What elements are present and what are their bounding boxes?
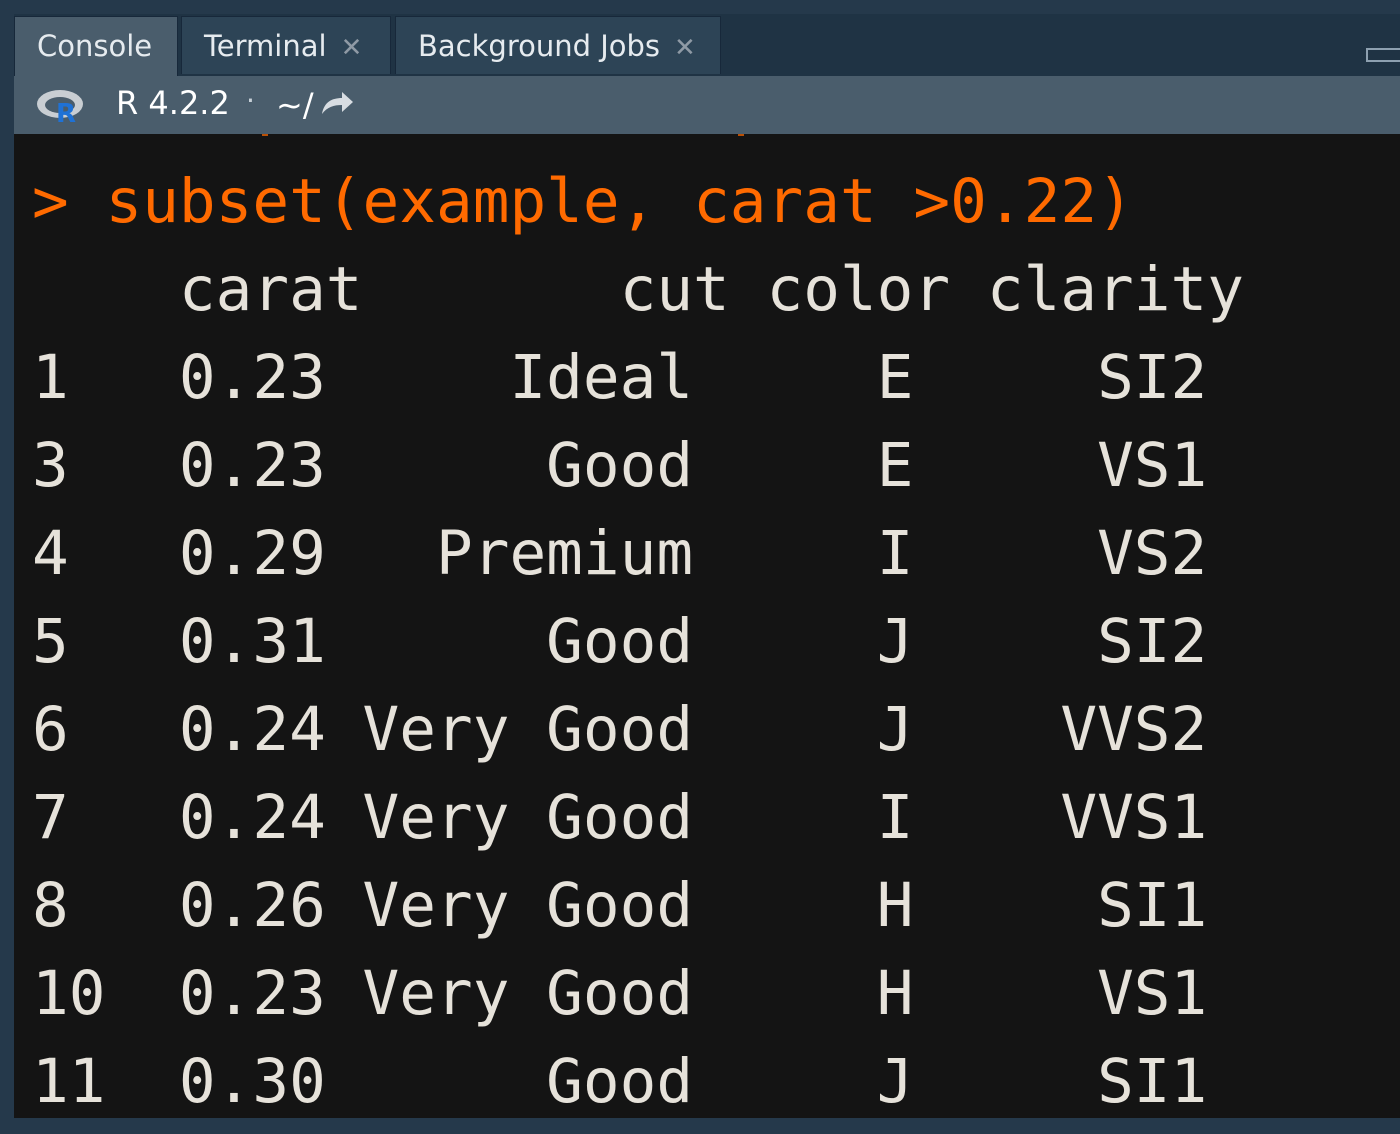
table-cell-clarity: VS2 bbox=[913, 518, 1208, 589]
close-icon[interactable]: ✕ bbox=[674, 19, 696, 77]
table-cell-color: E bbox=[693, 342, 914, 413]
tab-console-label: Console bbox=[37, 29, 153, 63]
rstudio-console-pane: Console Terminal ✕ Background Jobs ✕ R R 4… bbox=[0, 0, 1400, 1134]
table-row: 10 0.23 Very Good H VS1 bbox=[32, 950, 1207, 1038]
table-cell-color: H bbox=[693, 958, 914, 1029]
table-cell-carat: 0.24 bbox=[142, 782, 326, 853]
table-cell-cut: Very Good bbox=[325, 870, 694, 941]
scrolled-text-fragment bbox=[262, 134, 268, 136]
table-row: 1 0.23 Ideal E SI2 bbox=[32, 334, 1207, 422]
table-cell-clarity: VS1 bbox=[913, 430, 1208, 501]
table-row: 5 0.31 Good J SI2 bbox=[32, 598, 1207, 686]
r-version-label: R 4.2.2 bbox=[116, 84, 230, 122]
command-line: > subset(example, carat >0.22) bbox=[32, 158, 1134, 246]
table-cell-carat: 0.24 bbox=[142, 694, 326, 765]
table-cell-clarity: SI2 bbox=[913, 342, 1208, 413]
row-name: 4 bbox=[32, 518, 143, 589]
go-to-directory-icon[interactable] bbox=[320, 90, 354, 116]
table-cell-clarity: VVS2 bbox=[913, 694, 1208, 765]
table-cell-carat: 0.26 bbox=[142, 870, 326, 941]
tab-terminal-label: Terminal bbox=[204, 29, 327, 63]
table-cell-color: E bbox=[693, 430, 914, 501]
row-name: 11 bbox=[32, 1046, 143, 1117]
table-cell-clarity: SI2 bbox=[913, 606, 1208, 677]
table-row: 7 0.24 Very Good I VVS1 bbox=[32, 774, 1207, 862]
tab-background-jobs-label: Background Jobs bbox=[418, 29, 661, 63]
tab-terminal[interactable]: Terminal ✕ bbox=[181, 16, 391, 74]
table-cell-color: I bbox=[693, 782, 914, 853]
console-output[interactable]: > subset(example, carat >0.22) carat cut… bbox=[14, 134, 1400, 1118]
table-cell-cut: Good bbox=[325, 1046, 694, 1117]
table-cell-cut: Very Good bbox=[325, 782, 694, 853]
command-text: subset(example, carat >0.22) bbox=[105, 166, 1134, 237]
table-cell-carat: 0.23 bbox=[142, 342, 326, 413]
row-name: 3 bbox=[32, 430, 143, 501]
tab-console[interactable]: Console bbox=[14, 16, 178, 78]
table-cell-carat: 0.23 bbox=[142, 430, 326, 501]
table-row: 4 0.29 Premium I VS2 bbox=[32, 510, 1207, 598]
table-cell-cut: Ideal bbox=[325, 342, 694, 413]
table-row: 8 0.26 Very Good H SI1 bbox=[32, 862, 1207, 950]
table-cell-clarity: VS1 bbox=[913, 958, 1208, 1029]
table-header: carat cut color clarity bbox=[32, 254, 1244, 325]
tab-background-jobs[interactable]: Background Jobs ✕ bbox=[395, 16, 721, 74]
table-cell-cut: Very Good bbox=[325, 958, 694, 1029]
table-cell-clarity: SI1 bbox=[913, 1046, 1208, 1117]
row-name: 1 bbox=[32, 342, 143, 413]
console-prompt: > bbox=[32, 166, 69, 237]
table-cell-carat: 0.29 bbox=[142, 518, 326, 589]
table-row: 6 0.24 Very Good J VVS2 bbox=[32, 686, 1207, 774]
table-cell-clarity: SI1 bbox=[913, 870, 1208, 941]
row-name: 10 bbox=[32, 958, 143, 1029]
table-cell-carat: 0.23 bbox=[142, 958, 326, 1029]
table-cell-carat: 0.31 bbox=[142, 606, 326, 677]
row-name: 5 bbox=[32, 606, 143, 677]
table-cell-color: I bbox=[693, 518, 914, 589]
row-name: 7 bbox=[32, 782, 143, 853]
table-cell-clarity: VVS1 bbox=[913, 782, 1208, 853]
scrolled-text-fragment bbox=[738, 134, 744, 136]
close-icon[interactable]: ✕ bbox=[341, 19, 363, 77]
table-cell-cut: Premium bbox=[325, 518, 694, 589]
table-cell-color: J bbox=[693, 606, 914, 677]
table-cell-cut: Good bbox=[325, 606, 694, 677]
working-directory: ~/ bbox=[276, 86, 314, 124]
console-toolbar: R R 4.2.2 · ~/ bbox=[14, 76, 1400, 134]
row-name: 6 bbox=[32, 694, 143, 765]
separator-dot: · bbox=[246, 84, 255, 117]
table-row: 3 0.23 Good E VS1 bbox=[32, 422, 1207, 510]
minimize-pane-icon[interactable] bbox=[1366, 48, 1400, 62]
table-cell-cut: Very Good bbox=[325, 694, 694, 765]
pane-tab-bar: Console Terminal ✕ Background Jobs ✕ bbox=[14, 14, 1400, 78]
table-cell-color: J bbox=[693, 694, 914, 765]
table-cell-color: H bbox=[693, 870, 914, 941]
table-cell-carat: 0.30 bbox=[142, 1046, 326, 1117]
r-logo-icon: R bbox=[37, 90, 83, 124]
table-row: 11 0.30 Good J SI1 bbox=[32, 1038, 1207, 1118]
table-cell-color: J bbox=[693, 1046, 914, 1117]
svg-text:R: R bbox=[56, 99, 76, 124]
row-name: 8 bbox=[32, 870, 143, 941]
table-cell-cut: Good bbox=[325, 430, 694, 501]
